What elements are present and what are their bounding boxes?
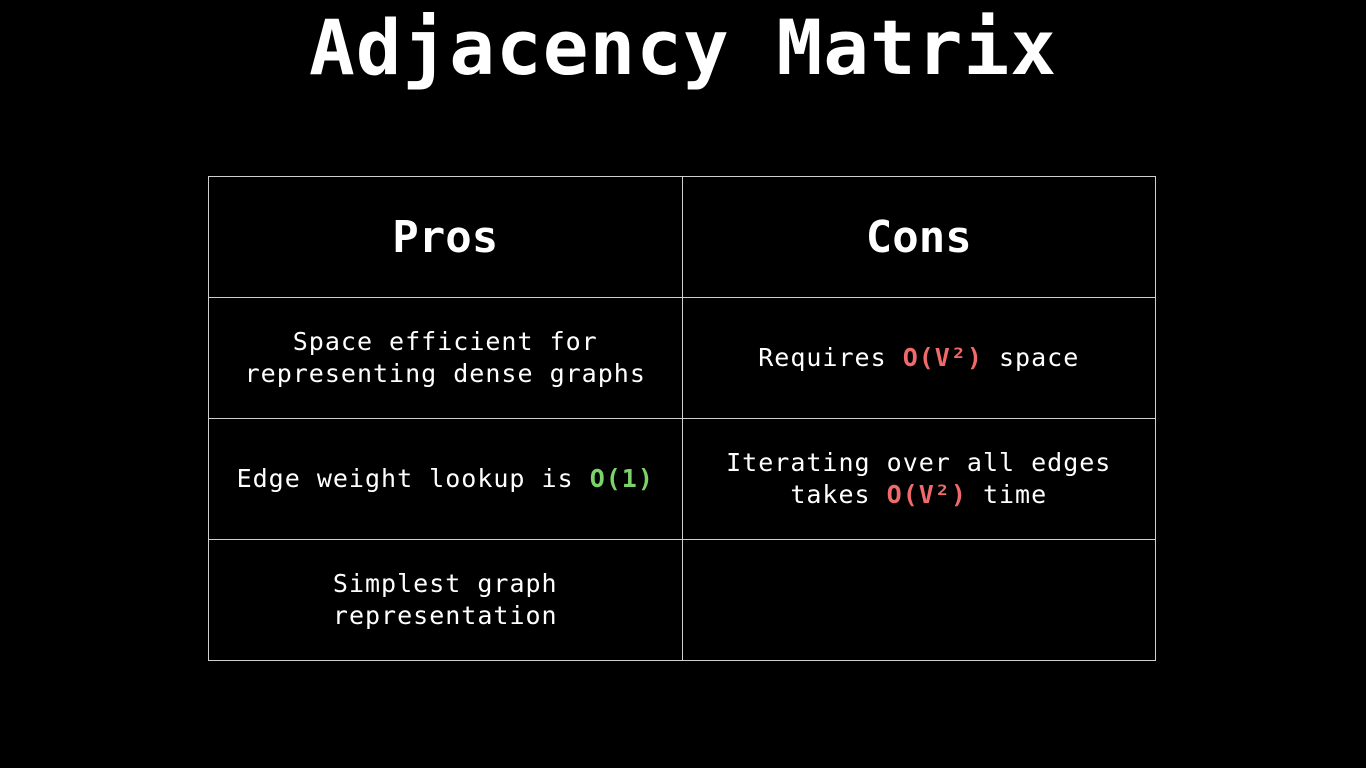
table-row: Space efficient for representing dense g…: [208, 297, 1156, 419]
cell-text-line: representation: [332, 601, 558, 630]
cell-text: Edge weight lookup is: [236, 464, 590, 493]
cell-text: Requires: [758, 343, 903, 372]
comparison-table: Pros Cons Space efficient for representi…: [208, 176, 1156, 661]
pro-cell-simplest: Simplest graph representation: [208, 539, 683, 661]
cell-text-line: Space efficient for: [292, 327, 598, 356]
con-cell-space: Requires O(V²) space: [681, 297, 1156, 419]
cons-header: Cons: [681, 176, 1156, 298]
cell-text: time: [966, 480, 1048, 509]
cell-text: takes: [790, 480, 887, 509]
cell-text-line: takes O(V²) time: [697, 479, 1142, 511]
complexity-highlight: O(V²): [902, 343, 983, 372]
cell-text-line: representing dense graphs: [244, 359, 646, 388]
header-row: Pros Cons: [208, 176, 1156, 298]
cell-text: space: [982, 343, 1080, 372]
con-cell-empty: [681, 539, 1156, 661]
slide-title: Adjacency Matrix: [308, 3, 1058, 92]
table-row: Edge weight lookup is O(1) Iterating ove…: [208, 418, 1156, 540]
cell-text-line: Simplest graph: [332, 569, 558, 598]
table-row: Simplest graph representation: [208, 539, 1156, 661]
cell-text-line: Iterating over all edges: [726, 448, 1112, 477]
complexity-highlight: O(V²): [886, 480, 967, 509]
pro-cell-space-efficient: Space efficient for representing dense g…: [208, 297, 683, 419]
pros-cons-table: Pros Cons Space efficient for representi…: [208, 176, 1156, 661]
pro-cell-lookup: Edge weight lookup is O(1): [208, 418, 683, 540]
pros-header: Pros: [208, 176, 683, 298]
con-cell-iteration: Iterating over all edges takes O(V²) tim…: [681, 418, 1156, 540]
complexity-highlight: O(1): [589, 464, 654, 493]
